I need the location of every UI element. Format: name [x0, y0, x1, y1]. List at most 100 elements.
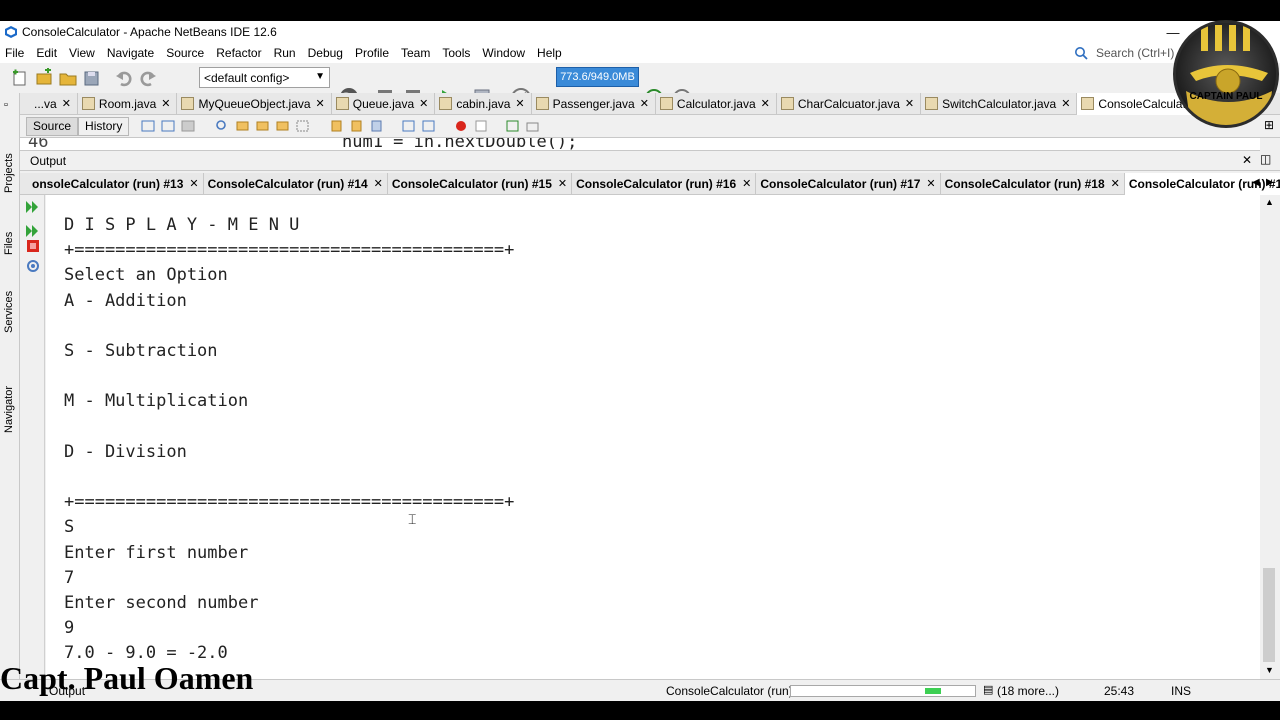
prev-bookmark-icon[interactable] — [329, 119, 345, 133]
close-icon[interactable]: ✕ — [161, 97, 170, 110]
menu-source[interactable]: Source — [160, 46, 210, 60]
stop-macro-icon[interactable] — [473, 119, 489, 133]
memory-indicator[interactable]: 773.6/949.0MB — [556, 67, 639, 87]
editor-tab[interactable]: ...va ✕ — [20, 92, 78, 115]
scroll-tabs-right-icon[interactable]: ▶ — [1266, 177, 1274, 188]
output-tab[interactable]: ConsoleCalculator (run) #18 ✕ — [941, 172, 1125, 195]
menu-file[interactable]: File — [0, 46, 30, 60]
scroll-down-icon[interactable]: ▼ — [1265, 665, 1274, 675]
editor-tab[interactable]: Queue.java ✕ — [332, 92, 436, 115]
close-icon[interactable]: ✕ — [419, 97, 428, 110]
menu-tools[interactable]: Tools — [436, 46, 476, 60]
more-tasks[interactable]: (18 more...) — [997, 684, 1059, 698]
new-project-icon[interactable] — [34, 68, 54, 88]
editor-tab[interactable]: CharCalcuator.java ✕ — [777, 92, 922, 115]
split-editor-icon[interactable]: ⊞ — [1264, 118, 1274, 132]
close-icon[interactable]: ✕ — [905, 97, 914, 110]
close-icon[interactable]: ✕ — [1061, 97, 1070, 110]
output-scrollbar[interactable]: ▲ ▼ — [1260, 195, 1278, 679]
scroll-tabs-left-icon[interactable]: ◀ — [1252, 177, 1260, 188]
close-icon[interactable]: ✕ — [761, 97, 770, 110]
find-next-icon[interactable] — [255, 119, 271, 133]
scrollbar-thumb[interactable] — [1263, 568, 1275, 662]
toggle-bookmark-icon[interactable] — [369, 119, 385, 133]
start-macro-icon[interactable] — [453, 119, 469, 133]
next-bookmark-icon[interactable] — [349, 119, 365, 133]
menu-run[interactable]: Run — [268, 46, 302, 60]
rerun-different-params-icon[interactable] — [25, 223, 41, 239]
menu-help[interactable]: Help — [531, 46, 568, 60]
code-editor-peek[interactable]: 46 num1 = in.nextDouble(); — [20, 138, 1260, 151]
rerun-icon[interactable] — [25, 199, 41, 215]
console-output[interactable]: D I S P L A Y - M E N U +================… — [46, 195, 1260, 679]
memory-value: 773.6/949.0MB — [560, 71, 635, 83]
search-box[interactable]: Search (Ctrl+I) — [1074, 43, 1174, 63]
close-icon[interactable]: ✕ — [1111, 177, 1120, 190]
close-icon[interactable]: ✕ — [62, 97, 71, 110]
insert-mode: INS — [1171, 684, 1192, 698]
console-line: D - Division — [64, 441, 187, 462]
close-icon[interactable]: ✕ — [189, 177, 198, 190]
redo-icon[interactable] — [138, 68, 158, 88]
open-project-icon[interactable] — [58, 68, 78, 88]
rect-select-icon[interactable] — [295, 119, 311, 133]
output-tab[interactable]: ConsoleCalculator (run) #16 ✕ — [572, 172, 757, 195]
scroll-up-icon[interactable]: ▲ — [1265, 197, 1274, 207]
settings-icon[interactable] — [25, 258, 41, 274]
last-edit-icon[interactable] — [141, 119, 157, 133]
output-tab[interactable]: ConsoleCalculator (run) #14 ✕ — [204, 172, 388, 195]
new-file-icon[interactable] — [10, 68, 30, 88]
history-button[interactable]: History — [78, 116, 130, 136]
maximize-icon[interactable]: ◫ — [1260, 152, 1271, 166]
forward-icon[interactable] — [181, 119, 197, 133]
editor-tab[interactable]: Room.java ✕ — [78, 92, 178, 115]
output-tabs: onsoleCalculator (run) #13 ✕ ConsoleCalcu… — [20, 172, 1280, 195]
shift-left-icon[interactable] — [401, 119, 417, 133]
back-icon[interactable] — [161, 119, 177, 133]
find-previous-icon[interactable] — [235, 119, 251, 133]
services-tab[interactable]: Services — [3, 291, 15, 333]
undo-icon[interactable] — [114, 68, 134, 88]
output-tab[interactable]: ConsoleCalculator (run) #17 ✕ — [756, 172, 941, 195]
output-tab[interactable]: ConsoleCalculator (run) #15 ✕ — [388, 172, 573, 195]
editor-tabs: ...va ✕ Room.java ✕ MyQueueObject.java ✕ Qu… — [20, 92, 1280, 115]
editor-tab[interactable]: Passenger.java ✕ — [532, 92, 656, 115]
menu-refactor[interactable]: Refactor — [210, 46, 267, 60]
menu-view[interactable]: View — [63, 46, 101, 60]
config-select[interactable]: <default config> ▼ — [199, 67, 330, 88]
menu-profile[interactable]: Profile — [349, 46, 395, 60]
close-icon[interactable]: ✕ — [558, 177, 567, 190]
source-button[interactable]: Source — [26, 116, 79, 136]
status-task[interactable]: ConsoleCalculator (run) — [666, 684, 793, 698]
restore-icon[interactable]: ▫ — [4, 99, 8, 111]
close-icon[interactable]: ✕ — [742, 177, 751, 190]
editor-tab[interactable]: cabin.java ✕ — [435, 92, 532, 115]
menu-edit[interactable]: Edit — [30, 46, 63, 60]
stop-icon[interactable] — [26, 239, 40, 253]
navigator-tab[interactable]: Navigator — [3, 386, 15, 433]
menu-team[interactable]: Team — [395, 46, 436, 60]
comment-icon[interactable] — [505, 119, 521, 133]
shift-right-icon[interactable] — [421, 119, 437, 133]
close-icon[interactable]: ✕ — [316, 97, 325, 110]
close-icon[interactable]: ✕ — [515, 97, 524, 110]
projects-tab[interactable]: Projects — [3, 153, 15, 193]
console-line: 9 — [64, 618, 75, 639]
files-tab[interactable]: Files — [3, 232, 15, 255]
menu-navigate[interactable]: Navigate — [101, 46, 160, 60]
editor-tab[interactable]: Calculator.java ✕ — [656, 92, 777, 115]
close-icon[interactable]: ✕ — [374, 177, 383, 190]
menu-debug[interactable]: Debug — [302, 46, 349, 60]
output-tab[interactable]: onsoleCalculator (run) #13 ✕ — [28, 172, 204, 195]
close-icon[interactable]: ✕ — [1242, 153, 1252, 167]
close-icon[interactable]: ✕ — [640, 97, 649, 110]
output-title: Output — [30, 153, 67, 168]
save-all-icon[interactable] — [82, 68, 102, 88]
uncomment-icon[interactable] — [525, 119, 541, 133]
menu-window[interactable]: Window — [476, 46, 531, 60]
editor-tab[interactable]: MyQueueObject.java ✕ — [177, 92, 332, 115]
editor-tab[interactable]: SwitchCalculator.java ✕ — [921, 92, 1078, 115]
close-icon[interactable]: ✕ — [926, 177, 935, 190]
toggle-highlight-icon[interactable] — [275, 119, 291, 133]
find-icon[interactable] — [215, 119, 231, 133]
